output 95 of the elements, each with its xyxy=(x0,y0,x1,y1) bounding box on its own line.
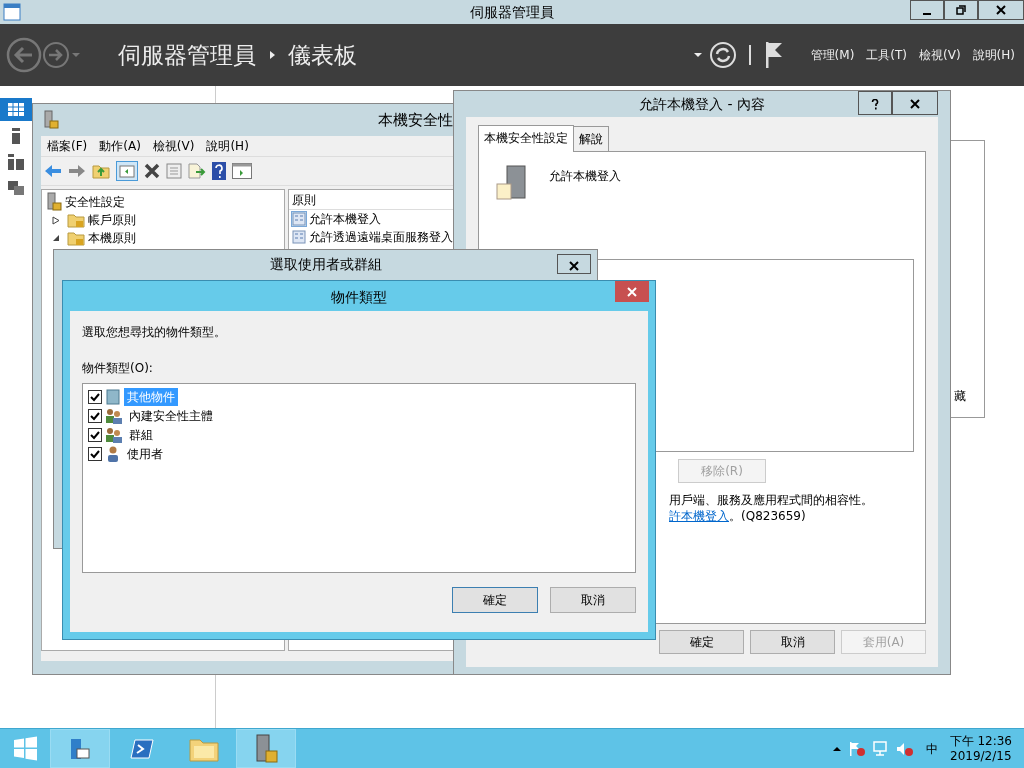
menu-item[interactable]: 檢視(V) xyxy=(919,46,961,64)
minimize-icon xyxy=(923,13,931,15)
show-pane-button[interactable] xyxy=(116,161,138,181)
checkbox[interactable] xyxy=(88,427,102,442)
flag-icon[interactable] xyxy=(847,740,866,757)
app-icon xyxy=(3,3,21,21)
dialog-title: 選取使用者或群組 xyxy=(269,254,382,274)
window-title: 本機安全性 xyxy=(378,109,453,131)
server-lock-icon xyxy=(253,732,279,765)
reference-text: 。(Q823659) xyxy=(729,508,806,525)
folder-up-button[interactable] xyxy=(92,163,110,179)
maximize-button[interactable] xyxy=(944,0,978,20)
server-icon xyxy=(12,127,20,144)
action-pane-button[interactable] xyxy=(232,163,252,179)
list-item[interactable]: 允許本機登入 xyxy=(309,210,381,228)
list-item[interactable]: 允許透過遠端桌面服務登入 xyxy=(309,228,453,246)
field-label: 物件類型(O): xyxy=(82,360,154,377)
expand-icon[interactable] xyxy=(52,215,60,225)
input-method[interactable]: 中 xyxy=(925,739,938,758)
forward-button[interactable] xyxy=(68,164,86,178)
tab[interactable]: 本機安全性設定 xyxy=(478,125,574,152)
menu-item[interactable]: 動作(A) xyxy=(99,137,141,155)
dialog-title: 物件類型 xyxy=(331,288,387,307)
list-item[interactable]: 內建安全性主體 xyxy=(126,406,216,425)
help-button[interactable] xyxy=(212,162,226,180)
menu-item[interactable]: 管理(M) xyxy=(810,46,855,64)
separator-icon xyxy=(748,45,752,65)
object-icon xyxy=(105,388,121,405)
group-icon xyxy=(105,426,123,443)
forward-button[interactable] xyxy=(42,41,70,69)
folder-icon xyxy=(67,230,85,246)
column-header[interactable]: 原則 xyxy=(292,190,316,209)
chevron-icon xyxy=(268,49,276,61)
refresh-button[interactable] xyxy=(708,41,737,69)
nav-item[interactable] xyxy=(0,98,32,121)
tree-item[interactable]: 安全性設定 xyxy=(65,193,125,211)
back-button[interactable] xyxy=(6,37,42,73)
lock-icon xyxy=(46,192,62,212)
time-text[interactable]: 下午 12:36 xyxy=(949,733,1012,749)
help-icon xyxy=(871,98,879,110)
pane-text: 藏 xyxy=(953,388,966,405)
tab[interactable]: 解說 xyxy=(573,126,609,151)
window-title: 伺服器管理員 xyxy=(470,2,554,22)
date-text[interactable]: 2019/2/15 xyxy=(949,748,1012,764)
dialog-title: 允許本機登入 - 內容 xyxy=(639,94,765,114)
tree-item[interactable]: 本機原則 xyxy=(88,229,136,247)
taskbar-button[interactable] xyxy=(236,729,296,768)
taskbar-button[interactable] xyxy=(50,729,110,768)
close-button[interactable] xyxy=(978,0,1024,20)
dropdown-icon[interactable] xyxy=(692,52,703,58)
menu-item[interactable]: 檢視(V) xyxy=(152,137,195,155)
page-title: 儀表板 xyxy=(288,40,357,70)
flag-button[interactable] xyxy=(763,41,784,69)
dialog-button[interactable]: 確定 xyxy=(659,630,744,654)
chevron-icon[interactable] xyxy=(831,745,842,752)
restore-icon xyxy=(956,5,966,15)
dialog-button[interactable]: 取消 xyxy=(750,630,835,654)
terminal-icon xyxy=(130,737,154,760)
list-item[interactable]: 群組 xyxy=(126,425,156,444)
close-icon xyxy=(627,287,637,297)
server-manager-icon xyxy=(69,736,91,761)
policy-name: 允許本機登入 xyxy=(549,168,621,185)
group-icon xyxy=(105,407,123,424)
back-button[interactable] xyxy=(44,164,62,178)
checkbox[interactable] xyxy=(88,389,102,404)
note-text: 用戶端、服務及應用程式間的相容性。 xyxy=(669,492,873,509)
close-icon xyxy=(996,5,1006,15)
folder-icon xyxy=(67,212,85,228)
help-link[interactable]: 許本機登入 xyxy=(669,507,729,525)
dialog-button[interactable]: 取消 xyxy=(550,587,636,613)
dialog-button[interactable]: 確定 xyxy=(452,587,538,613)
close-icon xyxy=(569,260,579,271)
breadcrumb-link[interactable]: 伺服器管理員 xyxy=(118,37,256,73)
menu-item[interactable]: 說明(H) xyxy=(972,46,1015,64)
checkbox[interactable] xyxy=(88,446,102,461)
minimize-button[interactable] xyxy=(910,0,944,20)
menu-item[interactable]: 說明(H) xyxy=(206,137,249,155)
servers-icon xyxy=(8,153,24,170)
dashboard-icon xyxy=(8,103,24,116)
tree-item[interactable]: 帳戶原則 xyxy=(88,211,136,229)
menu-item[interactable]: 檔案(F) xyxy=(47,137,88,155)
list-item[interactable]: 使用者 xyxy=(124,444,166,463)
close-icon xyxy=(910,99,920,109)
close-button[interactable] xyxy=(557,254,591,274)
user-icon xyxy=(105,445,121,462)
close-button[interactable] xyxy=(892,91,938,115)
prompt-text: 選取您想尋找的物件類型。 xyxy=(82,324,227,341)
collapse-icon[interactable] xyxy=(52,234,60,242)
menu-item[interactable]: 工具(T) xyxy=(866,46,908,64)
lock-icon xyxy=(43,110,59,130)
storage-icon xyxy=(8,180,24,195)
delete-button[interactable] xyxy=(144,163,160,179)
export-button[interactable] xyxy=(188,163,206,179)
checkbox[interactable] xyxy=(88,408,102,423)
help-button[interactable] xyxy=(858,91,892,115)
